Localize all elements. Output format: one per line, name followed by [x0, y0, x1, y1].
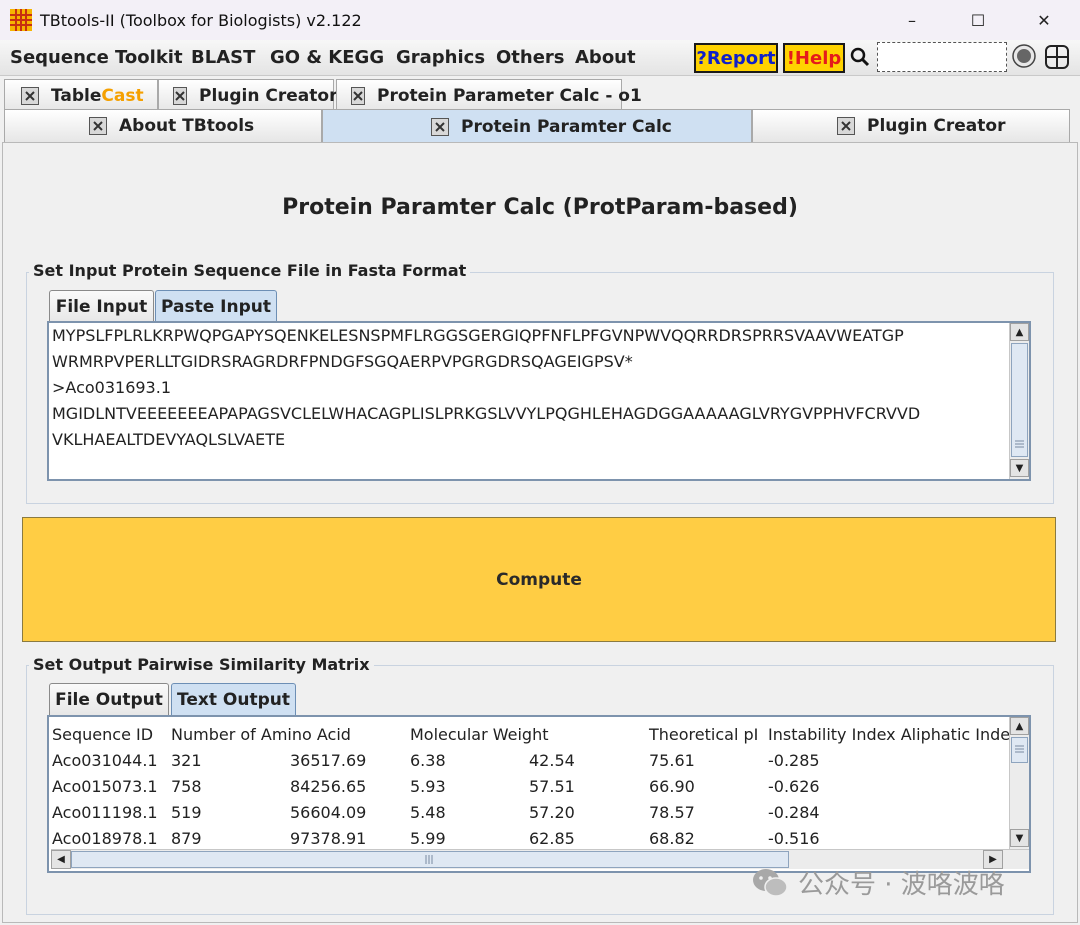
output-header-cell: Theoretical pI	[649, 725, 759, 744]
output-group-label: Set Output Pairwise Similarity Matrix	[29, 655, 374, 674]
tab-file-output[interactable]: File Output	[49, 683, 169, 715]
close-icon[interactable]	[351, 86, 365, 105]
tab-file-input[interactable]: File Input	[49, 290, 154, 322]
grid-icon[interactable]	[1044, 44, 1070, 70]
table-row-cell: -0.516	[768, 829, 820, 848]
close-icon[interactable]	[89, 117, 107, 135]
scroll-up-icon[interactable]: ▲	[1010, 323, 1029, 341]
tbtools-logo-icon	[10, 9, 32, 31]
table-row-id: Aco031044.1	[52, 751, 158, 770]
page-title: Protein Paramter Calc (ProtParam-based)	[282, 195, 798, 220]
close-icon[interactable]	[431, 117, 449, 136]
tab-label: Plugin Creator	[199, 85, 338, 106]
table-row-id: Aco018978.1	[52, 829, 158, 848]
table-row-cell: 42.54	[529, 751, 575, 770]
window-title: TBtools-II (Toolbox for Biologists) v2.1…	[40, 10, 362, 30]
scroll-thumb[interactable]	[71, 851, 789, 868]
title-bar: TBtools-II (Toolbox for Biologists) v2.1…	[0, 0, 1080, 40]
tab-protein-paramter-calc[interactable]: Protein Paramter Calc	[322, 109, 752, 143]
maximize-button[interactable]: ☐	[948, 0, 1008, 40]
table-row-cell: 519	[171, 803, 202, 822]
tab-paste-input[interactable]: Paste Input	[155, 290, 277, 322]
close-icon[interactable]	[837, 117, 855, 135]
table-row-cell: 62.85	[529, 829, 575, 848]
scroll-left-icon[interactable]: ◀	[51, 850, 71, 869]
scroll-down-icon[interactable]: ▼	[1010, 459, 1029, 477]
table-row-cell: 84256.65	[290, 777, 367, 796]
tab-label: Table	[51, 85, 102, 106]
table-row-cell: 78.57	[649, 803, 695, 822]
close-icon[interactable]	[21, 86, 39, 105]
table-row-cell: 321	[171, 751, 202, 770]
table-row-cell: 5.93	[410, 777, 446, 796]
sequence-line: MGIDLNTVEEEEEEEAPAPAGSVCLELWHACAGPLISLPR…	[52, 404, 921, 423]
tab-protein-parameter-calc-o1[interactable]: Protein Parameter Calc - o1	[336, 79, 642, 111]
input-group-label: Set Input Protein Sequence File in Fasta…	[29, 261, 471, 280]
output-header-cell: Number of Amino Acid	[171, 725, 351, 744]
table-row-cell: 66.90	[649, 777, 695, 796]
menu-sequence-toolkit[interactable]: Sequence Toolkit	[10, 47, 183, 68]
table-row-cell: 5.48	[410, 803, 446, 822]
watermark: 公众号 · 波咯波咯	[752, 864, 1005, 901]
close-icon[interactable]	[173, 86, 187, 105]
table-row-cell: 36517.69	[290, 751, 367, 770]
tab-label: About TBtools	[119, 116, 255, 136]
watermark-text: 公众号 · 波咯波咯	[798, 870, 1005, 900]
vertical-scrollbar[interactable]: ▲ ▼	[1009, 717, 1029, 849]
tab-table-cast[interactable]: Table Cast	[4, 79, 158, 111]
sequence-line: MYPSLFPLRLKRPWQPGAPYSQENKELESNSPMFLRGGSG…	[52, 326, 904, 345]
table-row-cell: 57.20	[529, 803, 575, 822]
table-row-cell: 56604.09	[290, 803, 367, 822]
report-button[interactable]: ?Report	[694, 43, 778, 73]
search-input[interactable]	[877, 42, 1007, 72]
scroll-thumb[interactable]	[1011, 343, 1028, 457]
vertical-scrollbar[interactable]: ▲ ▼	[1009, 323, 1029, 479]
table-row-cell: 5.99	[410, 829, 446, 848]
table-row-cell: 75.61	[649, 751, 695, 770]
output-textarea[interactable]: Sequence ID Number of Amino Acid Molecul…	[47, 715, 1031, 873]
sequence-line: VKLHAEALTDEVYAQLSLVAETE	[52, 430, 286, 449]
record-icon[interactable]	[1012, 44, 1036, 68]
table-row-cell: 68.82	[649, 829, 695, 848]
output-header-cell: Molecular Weight	[410, 725, 549, 744]
tab-label: Protein Parameter Calc - o1	[377, 85, 642, 106]
minimize-button[interactable]: –	[882, 0, 942, 40]
help-button[interactable]: !Help	[783, 43, 845, 73]
menu-others[interactable]: Others	[496, 47, 565, 68]
table-row-id: Aco011198.1	[52, 803, 158, 822]
search-icon[interactable]	[850, 47, 870, 71]
sequence-line: >Aco031693.1	[52, 378, 171, 397]
tab-label: Plugin Creator	[867, 116, 1006, 136]
tab-about-tbtools[interactable]: About TBtools	[4, 109, 322, 142]
scroll-up-icon[interactable]: ▲	[1010, 717, 1029, 735]
output-header-cell: Sequence ID	[52, 725, 154, 744]
tab-text-output[interactable]: Text Output	[171, 683, 296, 715]
tab-label: Protein Paramter Calc	[461, 116, 672, 137]
wechat-icon	[752, 868, 788, 898]
menu-graphics[interactable]: Graphics	[396, 47, 485, 68]
table-row-cell: -0.626	[768, 777, 820, 796]
menu-about[interactable]: About	[575, 47, 636, 68]
table-row-cell: -0.284	[768, 803, 820, 822]
sequence-textarea[interactable]: MYPSLFPLRLKRPWQPGAPYSQENKELESNSPMFLRGGSG…	[47, 321, 1031, 481]
table-row-id: Aco015073.1	[52, 777, 158, 796]
table-row-cell: 97378.91	[290, 829, 367, 848]
table-row-cell: 57.51	[529, 777, 575, 796]
scroll-down-icon[interactable]: ▼	[1010, 829, 1029, 847]
close-button[interactable]: ✕	[1014, 0, 1074, 40]
scroll-thumb[interactable]	[1011, 737, 1028, 763]
sequence-line: WRMRPVPERLLTGIDRSRAGRDRFPNDGFSGQAERPVPGR…	[52, 352, 633, 371]
tab-plugin-creator[interactable]: Plugin Creator	[158, 79, 338, 111]
table-row-cell: 879	[171, 829, 202, 848]
menu-go-kegg[interactable]: GO & KEGG	[270, 47, 384, 68]
table-row-cell: -0.285	[768, 751, 820, 770]
table-row-cell: 6.38	[410, 751, 446, 770]
menu-blast[interactable]: BLAST	[191, 47, 255, 68]
table-row-cell: 758	[171, 777, 202, 796]
compute-button[interactable]: Compute	[22, 517, 1056, 642]
output-header-cell: Instability Index Aliphatic Index	[768, 725, 1020, 744]
tab-plugin-creator-2[interactable]: Plugin Creator	[752, 109, 1070, 142]
tab-label-highlight: Cast	[101, 85, 144, 106]
